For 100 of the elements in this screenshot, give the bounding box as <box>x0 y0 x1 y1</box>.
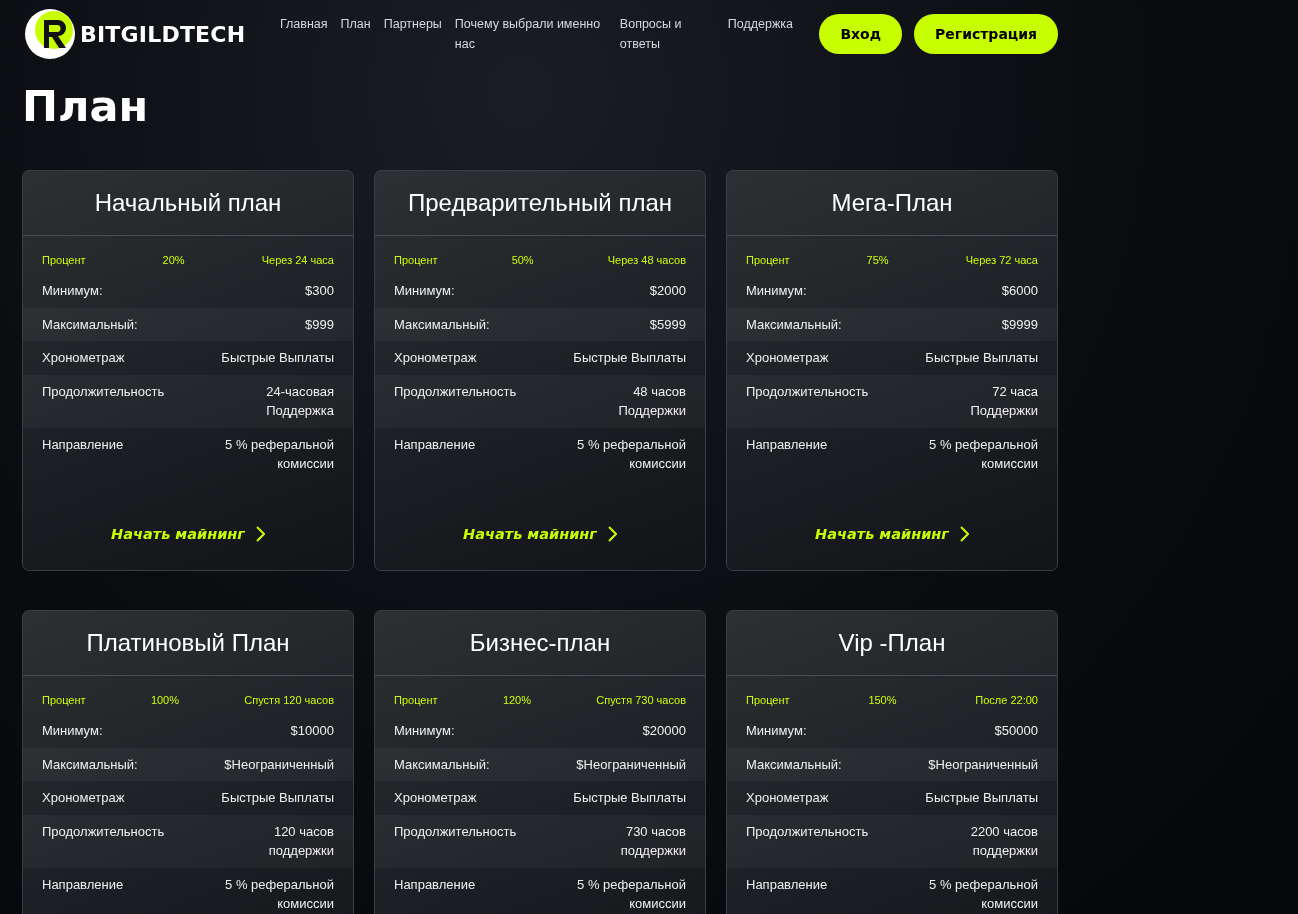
plan-title: Бизнес-план <box>469 629 611 657</box>
logo-icon <box>24 8 76 60</box>
row-value: Быстрые Выплаты <box>925 789 1038 807</box>
row-value: 5 % реферальной комиссии <box>225 875 334 913</box>
row-value: 5 % реферальной комиссии <box>225 435 334 473</box>
chevron-right-icon <box>958 526 969 542</box>
row-label: Продолжительность <box>746 822 869 841</box>
plan-title: Начальный план <box>94 189 282 217</box>
register-button[interactable]: Регистрация <box>914 14 1058 54</box>
row-label: Продолжительность <box>394 822 517 841</box>
row-value: Быстрые Выплаты <box>221 349 334 367</box>
chevron-right-icon <box>606 526 617 542</box>
row-value: $5999 <box>649 315 686 334</box>
row-label: Продолжительность <box>394 382 517 401</box>
payout-period: Через 24 часа <box>261 254 334 266</box>
row-value: 72 часа Поддержки <box>970 382 1038 420</box>
row-label: Продолжительность <box>42 822 165 841</box>
row-label: Максимальный: <box>746 755 842 774</box>
row-value: $999 <box>305 315 334 334</box>
row-label: Направление <box>42 875 124 894</box>
row-label: Минимум: <box>746 722 807 740</box>
row-value: Быстрые Выплаты <box>573 789 686 807</box>
start-mining-link[interactable]: Начать майнинг <box>107 522 269 546</box>
row-label: Минимум: <box>394 282 455 300</box>
payout-period: Через 72 часа <box>965 254 1038 266</box>
payout-period: Через 48 часов <box>607 254 686 266</box>
percent-value: 50% <box>511 254 534 266</box>
row-label: Минимум: <box>42 282 103 300</box>
row-label: Направление <box>394 435 476 454</box>
row-label: Хронометраж <box>746 349 829 367</box>
row-label: Минимум: <box>42 722 103 740</box>
row-label: Хронометраж <box>42 349 125 367</box>
percent-label: Процент <box>42 254 86 266</box>
row-value: Быстрые Выплаты <box>221 789 334 807</box>
row-value: $20000 <box>642 722 686 740</box>
row-value: 5 % реферальной комиссии <box>577 875 686 913</box>
row-value: $Неограниченный <box>224 755 334 774</box>
percent-label: Процент <box>394 694 438 706</box>
row-value: 5 % реферальной комиссии <box>577 435 686 473</box>
login-button[interactable]: Вход <box>819 14 903 54</box>
row-value: $300 <box>305 282 334 300</box>
row-label: Направление <box>42 435 124 454</box>
row-value: 120 часов поддержки <box>268 822 334 860</box>
row-label: Хронометраж <box>42 789 125 807</box>
payout-period: После 22:00 <box>975 694 1038 706</box>
percent-label: Процент <box>746 694 790 706</box>
row-label: Минимум: <box>394 722 455 740</box>
row-value: $2000 <box>649 282 686 300</box>
row-label: Максимальный: <box>42 755 138 774</box>
row-value: $Неограниченный <box>576 755 686 774</box>
row-label: Продолжительность <box>746 382 869 401</box>
row-value: $9999 <box>1001 315 1038 334</box>
row-label: Максимальный: <box>746 315 842 334</box>
row-value: $Неограниченный <box>928 755 1038 774</box>
row-label: Максимальный: <box>394 315 490 334</box>
row-value: 2200 часов поддержки <box>970 822 1038 860</box>
percent-value: 100% <box>150 694 179 706</box>
page-title: План <box>22 80 150 132</box>
row-label: Хронометраж <box>394 349 477 367</box>
plan-title: Vip -План <box>838 629 946 657</box>
row-label: Максимальный: <box>394 755 490 774</box>
nav-link[interactable]: Вопросы и ответы <box>619 14 715 54</box>
percent-label: Процент <box>42 694 86 706</box>
row-value: $50000 <box>994 722 1038 740</box>
row-value: Быстрые Выплаты <box>925 349 1038 367</box>
start-mining-link[interactable]: Начать майнинг <box>459 522 621 546</box>
plan-title: Платиновый План <box>86 629 290 657</box>
row-value: 730 часов поддержки <box>620 822 686 860</box>
row-value: 5 % реферальной комиссии <box>929 435 1038 473</box>
row-label: Направление <box>394 875 476 894</box>
nav-link[interactable]: Партнеры <box>383 14 442 54</box>
row-value: 5 % реферальной комиссии <box>929 875 1038 913</box>
row-value: $10000 <box>290 722 334 740</box>
row-value: Быстрые Выплаты <box>573 349 686 367</box>
row-label: Продолжительность <box>42 382 165 401</box>
start-mining-link[interactable]: Начать майнинг <box>811 522 973 546</box>
row-value: 48 часов Поддержки <box>618 382 686 420</box>
percent-value: 20% <box>162 254 185 266</box>
percent-value: 75% <box>866 254 889 266</box>
row-label: Хронометраж <box>746 789 829 807</box>
row-label: Максимальный: <box>42 315 138 334</box>
plan-title: Мега-План <box>831 189 953 217</box>
payout-period: Спустя 730 часов <box>596 694 686 706</box>
percent-label: Процент <box>394 254 438 266</box>
row-label: Минимум: <box>746 282 807 300</box>
chevron-right-icon <box>254 526 265 542</box>
row-value: $6000 <box>1001 282 1038 300</box>
nav-link[interactable]: План <box>340 14 371 54</box>
nav-link[interactable]: Почему выбрали именно нас <box>454 14 607 54</box>
payout-period: Спустя 120 часов <box>244 694 334 706</box>
row-label: Направление <box>746 875 828 894</box>
row-label: Направление <box>746 435 828 454</box>
row-label: Хронометраж <box>394 789 477 807</box>
row-value: 24-часовая Поддержка <box>266 382 334 420</box>
logo-text: BITGILDTECH <box>80 21 246 47</box>
percent-value: 150% <box>868 694 897 706</box>
nav-link[interactable]: Поддержка <box>727 14 794 54</box>
nav-link[interactable]: Главная <box>280 14 328 54</box>
percent-value: 120% <box>502 694 531 706</box>
percent-label: Процент <box>746 254 790 266</box>
